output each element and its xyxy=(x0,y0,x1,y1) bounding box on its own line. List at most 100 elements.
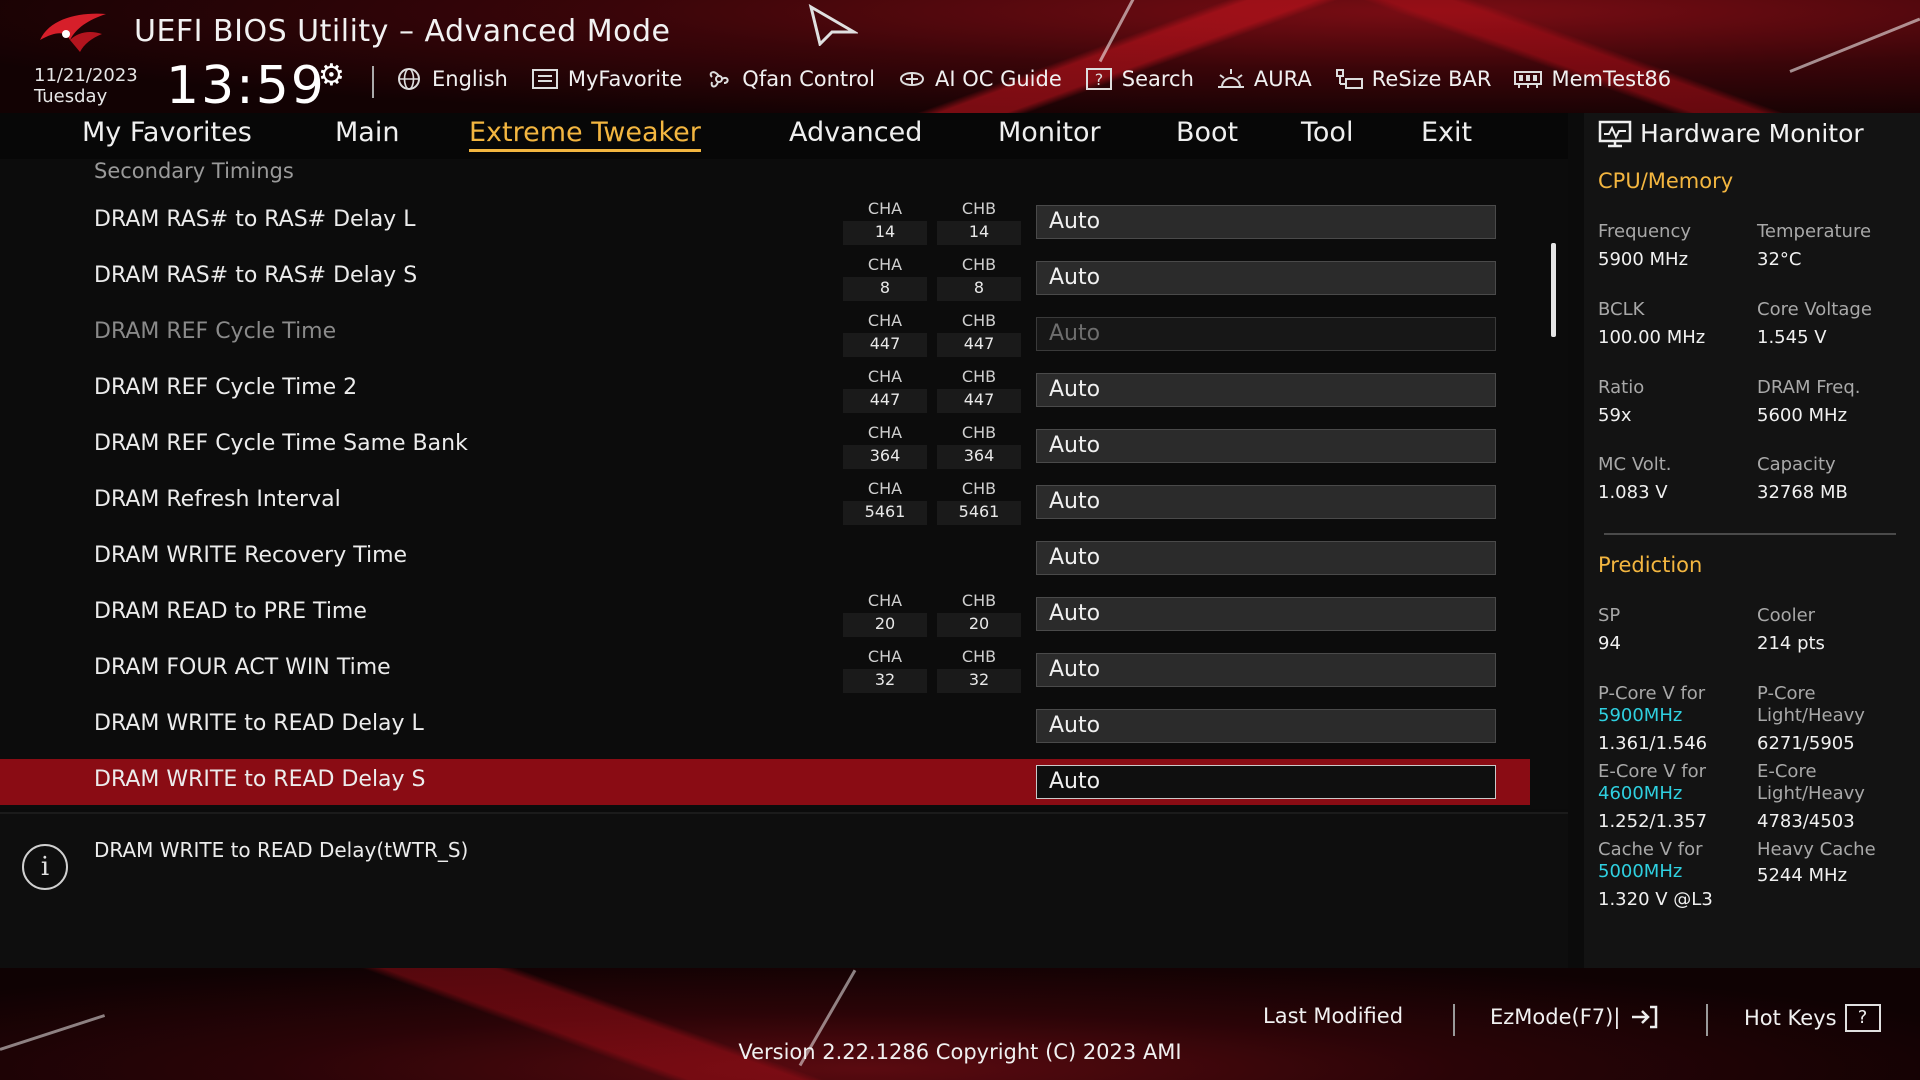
hardware-monitor-title: Hardware Monitor xyxy=(1598,119,1864,148)
favorite-list-icon xyxy=(530,67,560,91)
last-modified-label: Last Modified xyxy=(1263,1004,1404,1028)
monitor-icon xyxy=(1598,120,1632,147)
channel-name: CHA xyxy=(867,199,903,218)
toolbar-aura-button[interactable]: AURA xyxy=(1216,67,1312,91)
footer-divider xyxy=(1453,1004,1455,1036)
toolbar-label: Qfan Control xyxy=(742,67,875,91)
channel-value: 447 xyxy=(937,389,1021,413)
help-panel: i DRAM WRITE to READ Delay(tWTR_S) xyxy=(0,812,1568,968)
setting-row-four-act-win-time[interactable]: DRAM FOUR ACT WIN Time CHA 32 CHB 32 Auto xyxy=(0,647,1530,693)
hw-value-heavy-cache: 5244 MHz xyxy=(1757,865,1848,886)
hw-freq-pcore-v: 5900MHz xyxy=(1598,705,1683,726)
setting-value-field[interactable]: Auto xyxy=(1036,541,1496,575)
channel-value: 364 xyxy=(937,445,1021,469)
hw-label-mc-volt: MC Volt. xyxy=(1598,454,1672,475)
setting-value-field[interactable]: Auto xyxy=(1036,765,1496,799)
last-modified-button[interactable]: Last Modified xyxy=(1263,1004,1403,1028)
hw-label-temperature: Temperature xyxy=(1757,221,1872,242)
hw-label-dram-freq: DRAM Freq. xyxy=(1757,377,1861,398)
channel-value: 20 xyxy=(843,613,927,637)
header-bar: UEFI BIOS Utility – Advanced Mode 11/21/… xyxy=(0,0,1920,113)
hw-divider xyxy=(1604,533,1896,535)
setting-value-field[interactable]: Auto xyxy=(1036,709,1496,743)
hw-value-cooler: 214 pts xyxy=(1757,633,1825,654)
channel-b-readout: CHB 14 xyxy=(937,199,1021,245)
channel-b-readout: CHB 32 xyxy=(937,647,1021,693)
exit-arrow-icon xyxy=(1632,1005,1658,1029)
toolbar-search-button[interactable]: ? Search xyxy=(1084,67,1194,91)
day-display: Tuesday xyxy=(34,86,108,107)
channel-value: 447 xyxy=(843,333,927,357)
setting-value-field[interactable]: Auto xyxy=(1036,373,1496,407)
decor-slash xyxy=(1098,0,1158,63)
menu-tab-main[interactable]: Main xyxy=(335,117,399,148)
resize-bar-icon xyxy=(1334,67,1364,91)
footer-divider xyxy=(1706,1004,1708,1036)
setting-value-field[interactable]: Auto xyxy=(1036,205,1496,239)
menu-tab-my-favorites[interactable]: My Favorites xyxy=(82,117,252,148)
toolbar: English MyFavorite Qfan Control AI OC Gu… xyxy=(394,64,1671,94)
channel-name: CHB xyxy=(961,647,997,666)
setting-value-field[interactable]: Auto xyxy=(1036,597,1496,631)
setting-row-write-to-read-delay-l[interactable]: DRAM WRITE to READ Delay L Auto xyxy=(0,703,1530,749)
channel-name: CHB xyxy=(961,367,997,386)
hw-freq-cache-v: 5000MHz xyxy=(1598,861,1683,882)
globe-icon xyxy=(394,67,424,91)
setting-row-ras-to-ras-delay-l[interactable]: DRAM RAS# to RAS# Delay L CHA 14 CHB 14 Au… xyxy=(0,199,1530,245)
version-text: Version 2.22.1286 Copyright (C) 2023 AMI xyxy=(738,1040,1182,1064)
menu-tab-extreme-tweaker[interactable]: Extreme Tweaker xyxy=(469,117,701,152)
hw-value-ratio: 59x xyxy=(1598,405,1632,426)
settings-scrollbar[interactable] xyxy=(1551,243,1556,337)
menu-tab-monitor[interactable]: Monitor xyxy=(998,117,1101,148)
menu-tab-exit[interactable]: Exit xyxy=(1421,117,1472,148)
channel-b-readout: CHB 364 xyxy=(937,423,1021,469)
setting-row-write-to-read-delay-s[interactable]: DRAM WRITE to READ Delay S Auto xyxy=(0,759,1530,805)
menu-tab-advanced[interactable]: Advanced xyxy=(789,117,922,148)
channel-value: 8 xyxy=(843,277,927,301)
channel-name: CHB xyxy=(961,311,997,330)
toolbar-memtest86-button[interactable]: MemTest86 xyxy=(1513,67,1671,91)
hot-keys-button[interactable]: Hot Keys ? xyxy=(1744,1004,1881,1032)
ezmode-button[interactable]: EzMode(F7)| xyxy=(1490,1004,1660,1030)
channel-value: 364 xyxy=(843,445,927,469)
toolbar-english-button[interactable]: English xyxy=(394,67,508,91)
setting-row-read-to-pre-time[interactable]: DRAM READ to PRE Time CHA 20 CHB 20 Auto xyxy=(0,591,1530,637)
hw-label-core-voltage: Core Voltage xyxy=(1757,299,1872,320)
setting-value-field[interactable]: Auto xyxy=(1036,429,1496,463)
channel-value: 14 xyxy=(843,221,927,245)
toolbar-ai-oc-guide-button[interactable]: AI OC Guide xyxy=(897,67,1062,91)
svg-text:?: ? xyxy=(1095,70,1104,89)
menu-tab-tool[interactable]: Tool xyxy=(1301,117,1353,148)
channel-a-readout: CHA 8 xyxy=(843,255,927,301)
setting-row-ref-cycle-time-2[interactable]: DRAM REF Cycle Time 2 CHA 447 CHB 447 Auto xyxy=(0,367,1530,413)
memory-icon xyxy=(1513,67,1543,91)
setting-row-write-recovery-time[interactable]: DRAM WRITE Recovery Time Auto xyxy=(0,535,1530,581)
setting-label: DRAM RAS# to RAS# Delay L xyxy=(94,207,416,232)
toolbar-resize-bar-button[interactable]: ReSize BAR xyxy=(1334,67,1491,91)
toolbar-qfan-button[interactable]: Qfan Control xyxy=(704,67,875,91)
menu-tab-boot[interactable]: Boot xyxy=(1176,117,1238,148)
hot-keys-label: Hot Keys xyxy=(1744,1006,1837,1030)
hw-value-sp: 94 xyxy=(1598,633,1621,654)
setting-value-field[interactable]: Auto xyxy=(1036,653,1496,687)
channel-value: 5461 xyxy=(937,501,1021,525)
hw-label-bclk: BCLK xyxy=(1598,299,1645,320)
channel-value: 447 xyxy=(843,389,927,413)
channel-value: 8 xyxy=(937,277,1021,301)
channel-name: CHB xyxy=(961,423,997,442)
hw-value-pcore-light-heavy: 6271/5905 xyxy=(1757,733,1855,754)
toolbar-myfavorite-button[interactable]: MyFavorite xyxy=(530,67,682,91)
setting-label: DRAM REF Cycle Time xyxy=(94,319,337,344)
rog-logo xyxy=(40,13,106,52)
hw-value-capacity: 32768 MB xyxy=(1757,482,1848,503)
gear-icon[interactable]: ⚙ xyxy=(318,58,345,93)
setting-row-ras-to-ras-delay-s[interactable]: DRAM RAS# to RAS# Delay S CHA 8 CHB 8 Auto xyxy=(0,255,1530,301)
setting-row-ref-cycle-time-same-bank[interactable]: DRAM REF Cycle Time Same Bank CHA 364 CHB… xyxy=(0,423,1530,469)
hw-label-capacity: Capacity xyxy=(1757,454,1836,475)
hw-value-cache-v: 1.320 V @L3 xyxy=(1598,889,1713,910)
setting-row-refresh-interval[interactable]: DRAM Refresh Interval CHA 5461 CHB 5461 Au… xyxy=(0,479,1530,525)
hw-label-sp: SP xyxy=(1598,605,1621,626)
setting-value-field[interactable]: Auto xyxy=(1036,485,1496,519)
hw-value-dram-freq: 5600 MHz xyxy=(1757,405,1848,426)
setting-value-field[interactable]: Auto xyxy=(1036,261,1496,295)
